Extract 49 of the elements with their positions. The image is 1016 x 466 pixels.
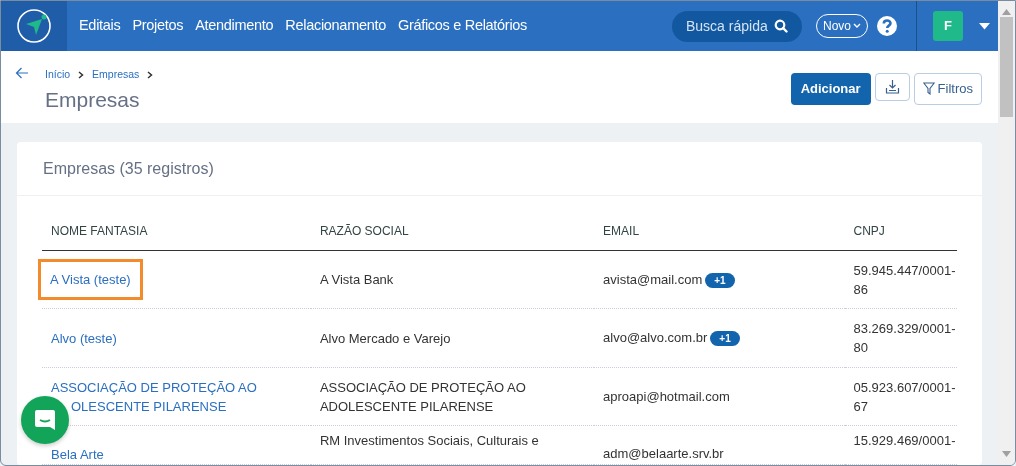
table-cell: ASSOCIAÇÃO DE PROTEÇÃO AO ADOLESCENTE PILARENSE (310, 367, 595, 426)
download-icon (884, 79, 900, 95)
nav-link[interactable]: Editais (79, 15, 121, 37)
count-badge: +1 (705, 272, 735, 288)
table-cell: 59.945.447/0001-86 (844, 250, 957, 309)
column-header: EMAIL (594, 196, 845, 251)
nav-link[interactable]: Gráficos e Relatórios (397, 15, 528, 37)
table-cell: 15.929.469/0001- (844, 425, 957, 465)
breadcrumb-link[interactable]: Empresas (92, 67, 140, 83)
chevron-icon (78, 70, 85, 79)
download-button[interactable] (874, 73, 910, 101)
email-text: alvo@alvo.com.br (603, 330, 708, 345)
nav-link[interactable]: Atendimento (195, 15, 274, 37)
add-button[interactable]: Adicionar (790, 73, 871, 105)
search-field[interactable]: Busca rápida (672, 10, 802, 42)
logo-icon[interactable] (16, 8, 52, 44)
company-link[interactable]: Alvo (teste) (51, 330, 117, 346)
table-cell: Alvo Mercado e Varejo (310, 308, 595, 368)
back-arrow-icon[interactable] (15, 67, 29, 79)
nav-link[interactable]: Relacionamento (285, 15, 386, 37)
company-link[interactable]: ASSOCIAÇÃO DE PROTEÇÃO AO (51, 377, 257, 397)
filter-icon (922, 82, 935, 96)
chat-icon (33, 408, 57, 432)
column-header: RAZÃO SOCIAL (310, 196, 595, 251)
table-cell: 83.269.329/0001-80 (844, 308, 957, 368)
help-icon[interactable] (876, 15, 898, 37)
company-link[interactable]: Bela Arte (51, 447, 104, 462)
page-title: Empresas (45, 86, 141, 112)
card-title: Empresas (35 registros) (17, 142, 982, 196)
chevron-icon (147, 70, 154, 79)
chevron-icon (853, 23, 861, 29)
email-text: adm@belaarte.srv.br (603, 446, 724, 461)
scrollbar-thumb[interactable] (1000, 17, 1013, 117)
search-input[interactable]: Busca rápida (686, 15, 774, 37)
column-header: NOME FANTASIA (42, 196, 311, 251)
caret-icon[interactable] (979, 22, 990, 30)
search-icon[interactable] (774, 19, 788, 33)
nav-link[interactable]: Projetos (132, 15, 184, 37)
company-link[interactable]: A Vista (teste) (38, 259, 143, 300)
table-cell: 05.923.607/0001-67 (844, 367, 957, 426)
breadcrumb-link[interactable]: Início (45, 67, 71, 83)
company-link[interactable]: OLESCENTE PILARENSE (71, 396, 227, 416)
count-badge: +1 (710, 331, 740, 346)
email-text: aproapi@hotmail.com (603, 389, 730, 404)
filters-button[interactable]: Filtros (913, 73, 982, 105)
table-cell: RM Investimentos Sociais, Culturais e (310, 425, 595, 465)
column-header: CNPJ (844, 196, 957, 251)
table-cell: A Vista Bank (310, 250, 595, 309)
email-text: avista@mail.com (603, 271, 703, 287)
